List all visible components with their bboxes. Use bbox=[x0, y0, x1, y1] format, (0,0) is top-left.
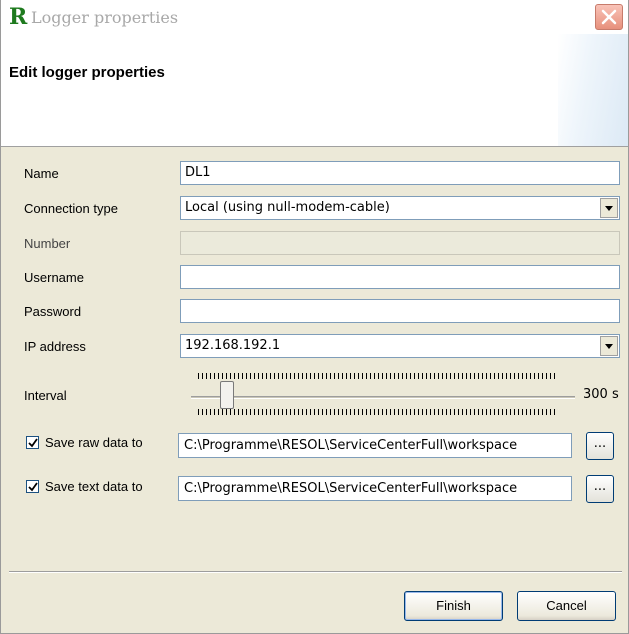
title-bar[interactable]: R Logger properties bbox=[1, 0, 628, 34]
username-field[interactable] bbox=[180, 265, 620, 289]
finish-button[interactable]: Finish bbox=[404, 591, 503, 621]
username-label: Username bbox=[24, 270, 84, 285]
password-label: Password bbox=[24, 304, 82, 319]
browse-text-button[interactable]: ... bbox=[586, 475, 614, 503]
save-text-path-field[interactable]: C:\Programme\RESOL\ServiceCenterFull\wor… bbox=[178, 476, 572, 501]
connection-type-value: Local (using null-modem-cable) bbox=[185, 200, 390, 215]
close-button[interactable] bbox=[595, 4, 623, 30]
page-title: Edit logger properties bbox=[9, 64, 165, 81]
cancel-button[interactable]: Cancel bbox=[517, 591, 616, 621]
interval-value: 300 s bbox=[583, 387, 619, 402]
ip-address-label: IP address bbox=[24, 339, 86, 354]
ip-address-select[interactable]: 192.168.192.1 bbox=[180, 334, 620, 358]
ip-address-value: 192.168.192.1 bbox=[185, 338, 281, 353]
name-label: Name bbox=[24, 166, 59, 181]
header-decoration bbox=[558, 34, 628, 146]
save-text-label: Save text data to bbox=[45, 479, 143, 494]
interval-slider-thumb[interactable] bbox=[220, 381, 234, 409]
number-field bbox=[180, 231, 620, 255]
window-title: Logger properties bbox=[31, 8, 179, 27]
password-field[interactable] bbox=[180, 299, 620, 323]
interval-slider-track[interactable] bbox=[191, 396, 575, 399]
browse-raw-button[interactable]: ... bbox=[586, 432, 614, 460]
close-icon bbox=[601, 9, 617, 25]
interval-label: Interval bbox=[24, 388, 67, 403]
save-text-checkbox[interactable] bbox=[26, 480, 39, 493]
checkmark-icon bbox=[28, 482, 38, 492]
connection-type-select[interactable]: Local (using null-modem-cable) bbox=[180, 196, 620, 220]
save-raw-label: Save raw data to bbox=[45, 435, 143, 450]
connection-type-label: Connection type bbox=[24, 201, 118, 216]
name-field[interactable]: DL1 bbox=[180, 161, 620, 185]
slider-ticks-top bbox=[198, 373, 558, 379]
number-label: Number bbox=[24, 236, 71, 251]
app-logo-icon: R bbox=[9, 4, 28, 30]
save-raw-path-field[interactable]: C:\Programme\RESOL\ServiceCenterFull\wor… bbox=[178, 433, 572, 458]
logger-properties-dialog: R Logger properties Edit logger properti… bbox=[0, 0, 629, 634]
header-panel: Edit logger properties bbox=[1, 34, 628, 147]
save-raw-checkbox[interactable] bbox=[26, 436, 39, 449]
slider-ticks-bottom bbox=[198, 409, 558, 415]
footer-divider bbox=[9, 571, 622, 573]
chevron-down-icon[interactable] bbox=[600, 336, 618, 356]
checkmark-icon bbox=[28, 438, 38, 448]
chevron-down-icon[interactable] bbox=[600, 198, 618, 218]
